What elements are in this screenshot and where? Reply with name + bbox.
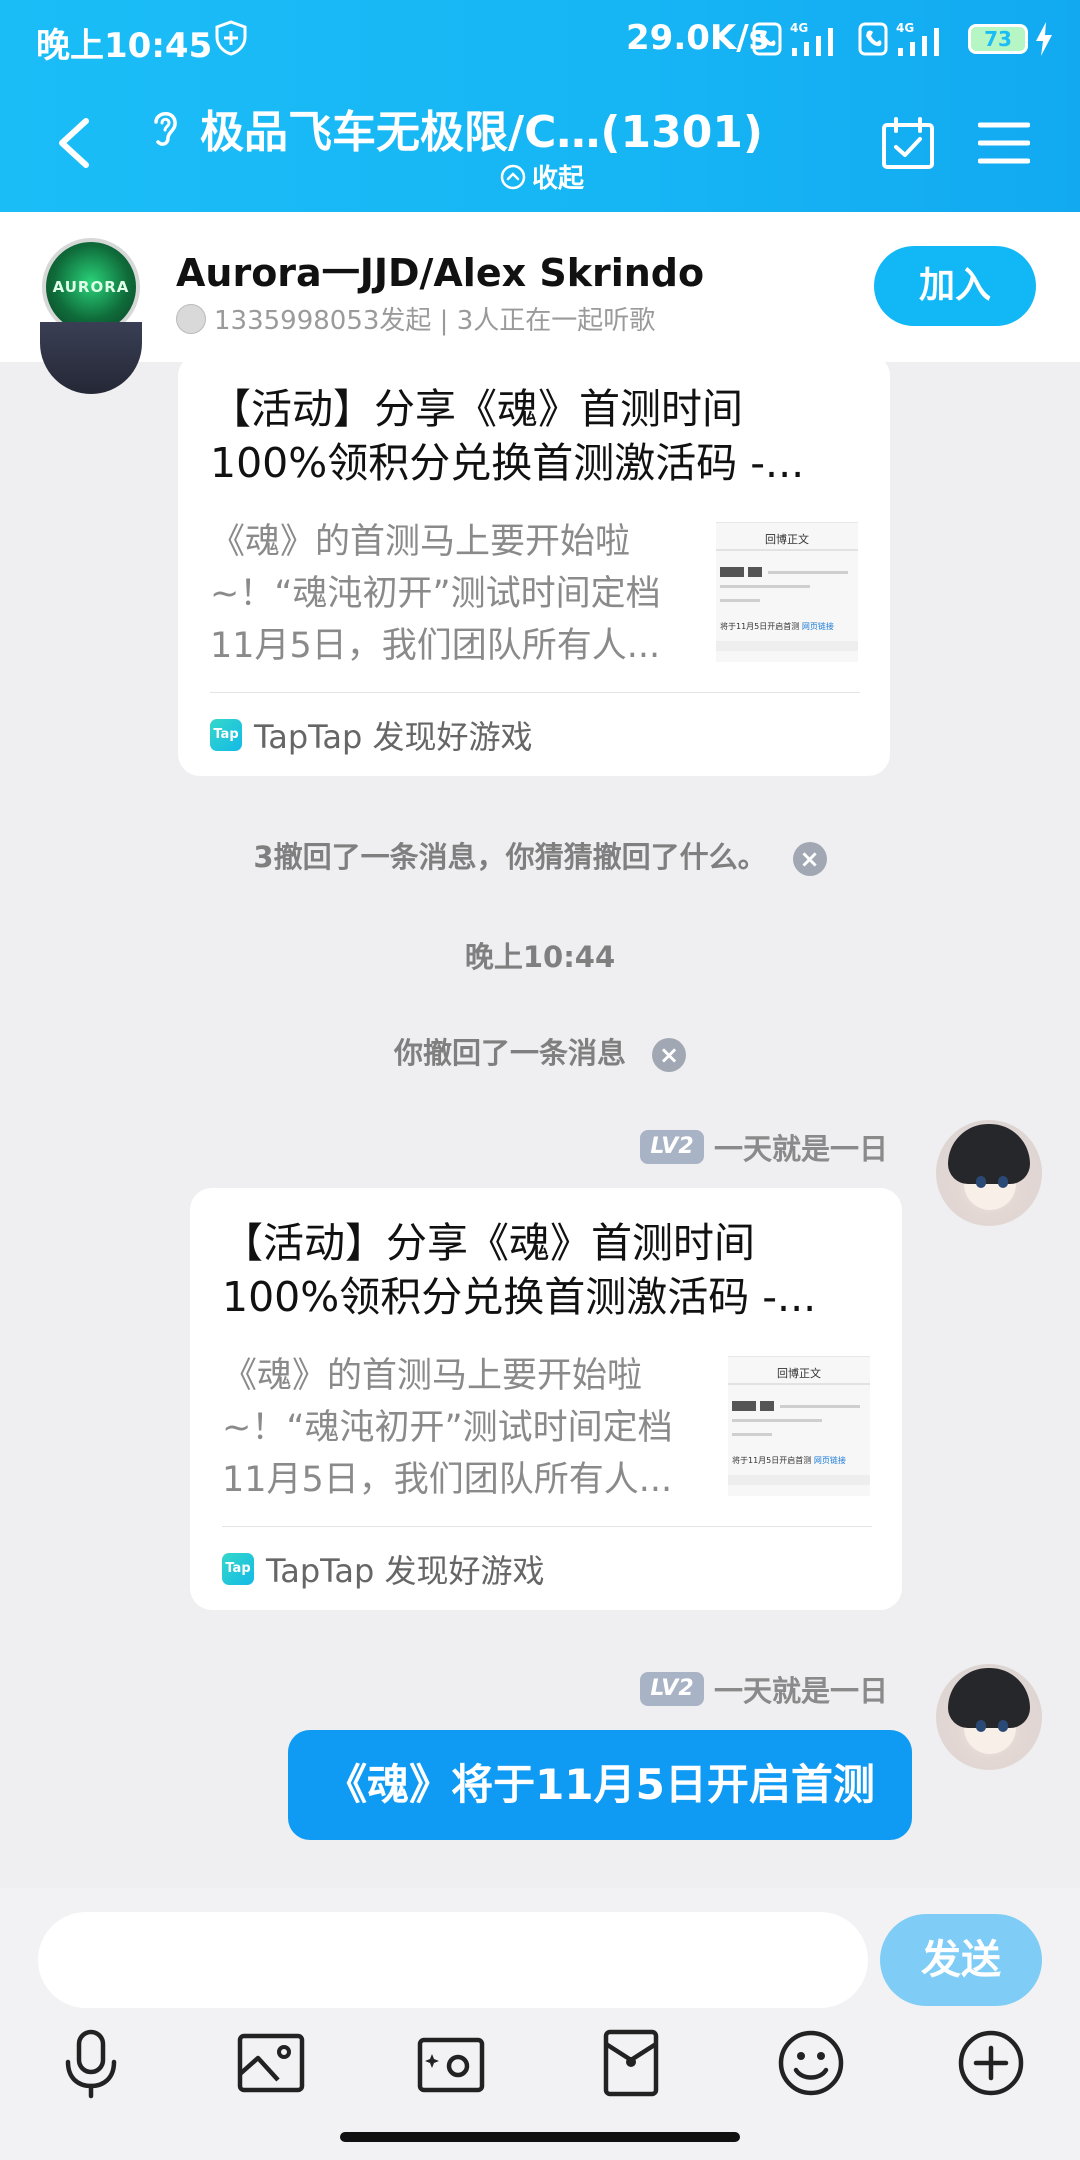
image-icon[interactable] (234, 2026, 308, 2100)
ear-icon (154, 112, 177, 146)
signal-1-icon: 4G (752, 21, 833, 56)
room-subtitle-text: 1335998053发起 | 3人正在一起听歌 (214, 306, 656, 336)
back-arrow-icon[interactable] (52, 115, 96, 171)
sender-row: LV2 一天就是一日 (639, 1126, 888, 1168)
close-icon[interactable]: × (652, 1038, 686, 1072)
room-subtitle: 1335998053发起 | 3人正在一起听歌 (176, 300, 655, 337)
avatar[interactable] (936, 1664, 1042, 1770)
microphone-icon[interactable] (54, 2026, 128, 2100)
status-time: 晚上10:45 (36, 26, 213, 66)
sender-row: LV2 一天就是一日 (639, 1668, 888, 1710)
join-button[interactable]: 加入 (874, 246, 1036, 326)
thumb-text: 将于11月5日开启首测 网页链接 (732, 1456, 846, 1465)
menu-icon[interactable] (978, 120, 1030, 166)
header: 晚上10:45 29.0K/s 4G 4G 73 极品飞车无极限/C…(1301… (0, 0, 1080, 212)
card-description: 《魂》的首测马上要开始啦~！“魂沌初开”测试时间定档11月5日，我们团队所有人.… (222, 1356, 673, 1500)
taptap-icon: Tap (222, 1553, 254, 1585)
status-bar: 晚上10:45 29.0K/s 4G 4G 73 (0, 0, 1080, 80)
sender-name: 一天就是一日 (713, 1674, 888, 1708)
signal-2-icon: 4G (858, 21, 939, 56)
close-icon[interactable]: × (792, 842, 827, 876)
home-indicator[interactable] (340, 2132, 740, 2142)
thumb-title: 回博正文 (765, 533, 809, 546)
send-button[interactable]: 发送 (880, 1914, 1042, 2006)
card-source-label: TapTap 发现好游戏 (266, 1552, 545, 1590)
avatar[interactable] (936, 1120, 1042, 1226)
share-card-1[interactable]: 【活动】分享《魂》首测时间100%领积分兑换首测激活码 -... 《魂》的首测马… (178, 354, 890, 776)
camera-icon[interactable] (414, 2026, 488, 2100)
calendar-check-icon[interactable] (880, 115, 936, 171)
red-packet-icon[interactable] (594, 2026, 668, 2100)
self-recall-notice: 你撤回了一条消息 × (0, 1030, 1080, 1072)
card-thumbnail: 回博正文 将于11月5日开启首测 网页链接 (716, 522, 858, 662)
thumb-text: 将于11月5日开启首测 网页链接 (720, 622, 834, 631)
emoji-icon[interactable] (774, 2026, 848, 2100)
level-badge: LV2 (639, 1672, 704, 1706)
room-name: Aurora一JJD/Alex Skrindo (176, 251, 705, 295)
card-description: 《魂》的首测马上要开始啦~！“魂沌初开”测试时间定档11月5日，我们团队所有人.… (210, 522, 661, 666)
avatar[interactable] (40, 322, 142, 394)
card-title: 【活动】分享《魂》首测时间100%领积分兑换首测激活码 -... (222, 1219, 817, 1321)
recall-notice-text: 3撤回了一条消息，你猜猜撤回了什么。 (253, 840, 767, 874)
divider (210, 692, 860, 693)
card-title: 【活动】分享《魂》首测时间100%领积分兑换首测激活码 -... (210, 385, 805, 487)
charging-icon (1036, 22, 1052, 56)
message-bubble[interactable]: 《魂》将于11月5日开启首测 (288, 1730, 912, 1840)
thumb-title: 回博正文 (777, 1367, 821, 1380)
message-input[interactable] (38, 1912, 868, 2008)
shield-icon (215, 20, 247, 56)
collapse-label: 收起 (532, 164, 585, 194)
room-avatar-text: AURORA (52, 278, 130, 296)
sender-name: 一天就是一日 (713, 1132, 888, 1166)
plus-icon[interactable] (954, 2026, 1028, 2100)
card-source-label: TapTap 发现好游戏 (254, 718, 533, 756)
card-source: Tap TapTap 发现好游戏 (210, 712, 533, 758)
battery-indicator: 73 (968, 24, 1028, 54)
recall-notice: 3撤回了一条消息，你猜猜撤回了什么。 × (0, 834, 1080, 876)
network-speed: 29.0K/s (626, 18, 769, 58)
svg-text:4G: 4G (790, 21, 808, 35)
divider (222, 1526, 872, 1527)
initiator-avatar (176, 303, 206, 334)
svg-text:4G: 4G (896, 21, 914, 35)
level-badge: LV2 (639, 1130, 704, 1164)
message-timestamp: 晚上10:44 (464, 940, 616, 974)
card-thumbnail: 回博正文 将于11月5日开启首测 网页链接 (728, 1356, 870, 1496)
share-card-2[interactable]: 【活动】分享《魂》首测时间100%领积分兑换首测激活码 -... 《魂》的首测马… (190, 1188, 902, 1610)
self-recall-notice-text: 你撤回了一条消息 (393, 1036, 626, 1070)
taptap-icon: Tap (210, 719, 242, 751)
chevron-up-circle-icon (500, 164, 526, 189)
page-title: 极品飞车无极限/C…(1301) (200, 107, 764, 158)
card-source: Tap TapTap 发现好游戏 (222, 1546, 545, 1592)
collapse-toggle[interactable]: 收起 (500, 158, 584, 195)
header-title-group[interactable]: 极品飞车无极限/C…(1301) (148, 98, 763, 158)
